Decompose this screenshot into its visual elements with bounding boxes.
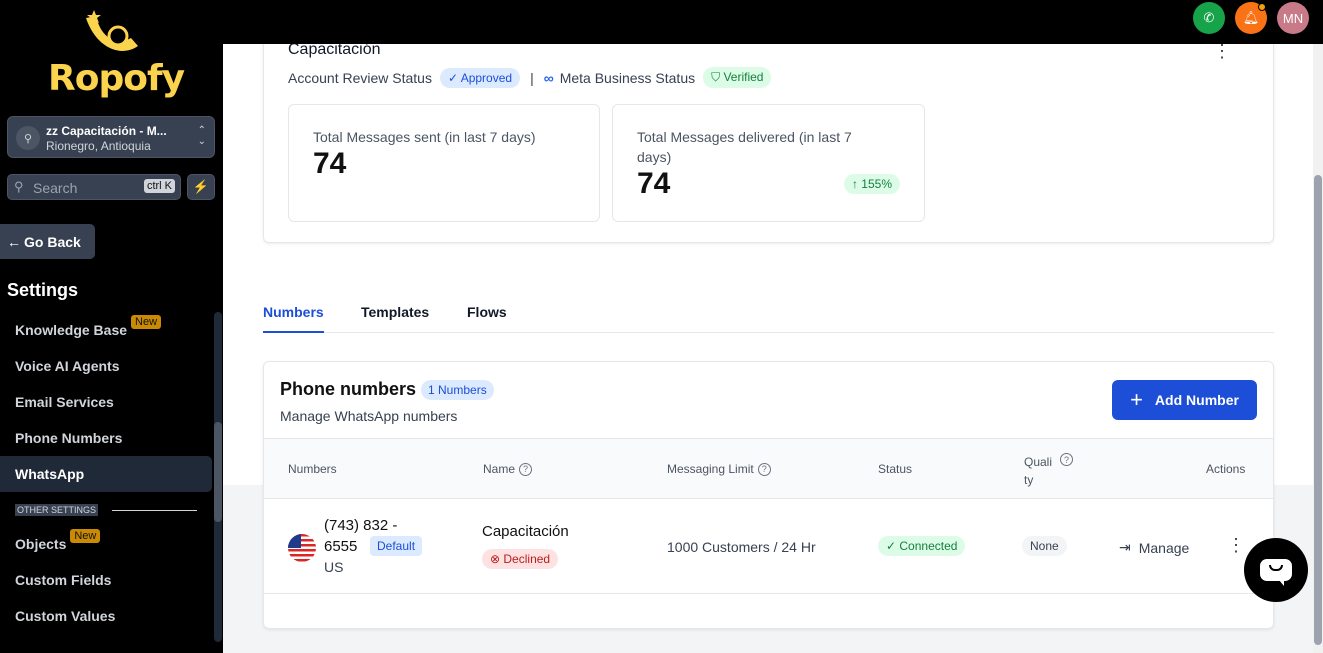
account-card: Capacitación ⋮ Account Review Status ✓ A… (263, 44, 1274, 243)
tab-flows[interactable]: Flows (467, 304, 507, 333)
sidebar-item-label: Knowledge Base (15, 322, 128, 338)
phone-icon[interactable]: ✆ (1193, 2, 1225, 34)
location-icon: ⚲ (16, 126, 40, 150)
login-arrow-icon: ⇥ (1119, 539, 1131, 555)
tab-templates[interactable]: Templates (361, 304, 429, 333)
help-icon[interactable]: ? (757, 462, 771, 476)
new-badge: New (70, 529, 101, 543)
account-name: Capacitación (288, 44, 381, 58)
sidebar-item-phone-numbers[interactable]: Phone Numbers (0, 420, 212, 456)
tab-numbers[interactable]: Numbers (263, 304, 324, 333)
meta-status-badge: ⛉ Verified (703, 67, 772, 88)
search-icon: ⚲ (14, 179, 24, 194)
name-status-badge: ⊗ Declined (482, 549, 559, 569)
stat-card-delivered: Total Messages delivered (in last 7 days… (612, 104, 925, 222)
column-header-numbers: Numbers (288, 462, 337, 476)
trend-badge: ↑ 155% (843, 174, 900, 194)
country-code: US (324, 559, 344, 575)
table-row: (743) 832 - 6555 Default US Capacitación… (264, 499, 1273, 594)
messaging-limit: 1000 Customers / 24 Hr (667, 539, 816, 555)
notification-dot (1258, 3, 1266, 11)
sidebar-item-label: Email Services (15, 394, 114, 410)
column-header-actions: Actions (1206, 462, 1246, 476)
column-header-messaging-limit: Messaging Limit? (667, 462, 771, 476)
sidebar-item-email-services[interactable]: Email Services (0, 384, 212, 420)
sidebar-item-label: Custom Values (15, 608, 116, 624)
sidebar-item-custom-fields[interactable]: Custom Fields (0, 562, 212, 598)
ropofy-logo[interactable]: Ropofy (48, 8, 185, 100)
sidebar-item-label: Objects (15, 536, 67, 552)
add-number-label: Add Number (1154, 392, 1239, 408)
chevron-updown-icon: ⌃ ⌄ (197, 125, 206, 147)
tabs: Numbers Templates Flows (263, 298, 1274, 333)
display-name: Capacitación (482, 523, 569, 540)
sidebar-item-whatsapp[interactable]: WhatsApp (0, 456, 212, 492)
sidebar-item-objects[interactable]: Objects New (0, 526, 212, 562)
sidebar-item-voice-ai-agents[interactable]: Voice AI Agents (0, 348, 212, 384)
sidebar-item-label: Phone Numbers (15, 430, 123, 446)
location-name: zz Capacitación - M... (46, 124, 167, 138)
sidebar-item-custom-values[interactable]: Custom Values (0, 598, 212, 634)
more-vertical-icon[interactable]: ⋮ (1213, 44, 1231, 62)
brand-name: Ropofy (48, 58, 185, 99)
review-status-badge: ✓ Approved (439, 67, 521, 88)
top-actions: ✆ 🔔︎ MN (1193, 2, 1309, 34)
us-flag-icon (288, 534, 316, 562)
help-icon[interactable]: ? (1060, 453, 1073, 466)
add-number-button[interactable]: + Add Number (1112, 380, 1257, 420)
logo-mascot-icon (86, 10, 138, 51)
divider (112, 510, 197, 511)
chat-icon (1260, 559, 1292, 586)
stat-value: 74 (313, 147, 347, 180)
meta-logo-icon: ∞ (543, 69, 554, 86)
manage-label: Manage (1138, 539, 1190, 556)
settings-title: Settings (7, 280, 79, 300)
stat-card-sent: Total Messages sent (in last 7 days) 74 (288, 104, 600, 222)
sidebar-item-knowledge-base[interactable]: Knowledge Base New (0, 312, 212, 348)
divider: | (530, 69, 534, 86)
column-header-quality: Quali ty? (1024, 453, 1073, 489)
chat-widget-button[interactable] (1244, 538, 1308, 602)
section-title: Phone numbers (280, 379, 417, 399)
search-input[interactable]: ⚲ Search ctrl K (7, 174, 181, 200)
quality-badge: None (1022, 536, 1067, 556)
section-subtitle: Manage WhatsApp numbers (280, 408, 458, 424)
count-badge: 1 Numbers (421, 380, 494, 400)
sidebar-item-label: WhatsApp (15, 466, 85, 482)
help-icon[interactable]: ? (519, 462, 533, 476)
main-content: Capacitación ⋮ Account Review Status ✓ A… (223, 44, 1313, 653)
bell-icon[interactable]: 🔔︎ (1235, 2, 1267, 34)
sidebar-item-label: Custom Fields (15, 572, 112, 588)
sidebar-item-label: Voice AI Agents (15, 358, 120, 374)
table-header: Numbers Name? Messaging Limit? Status Qu… (264, 438, 1273, 499)
search-placeholder: Search (33, 180, 78, 196)
arrow-left-icon: ← (7, 233, 21, 250)
location-sub: Rionegro, Antioquia (46, 139, 151, 153)
search-shortcut: ctrl K (143, 179, 175, 193)
avatar[interactable]: MN (1277, 2, 1309, 34)
sidebar-scroll-thumb[interactable] (214, 422, 222, 522)
account-status-row: Account Review Status ✓ Approved | ∞ Met… (288, 67, 772, 88)
review-label: Account Review Status (288, 69, 432, 86)
status-badge: ✓ Connected (878, 536, 966, 556)
stat-label: Total Messages sent (in last 7 days) (313, 129, 536, 145)
phone-numbers-card: Phone numbers 1 Numbers Manage WhatsApp … (263, 361, 1274, 629)
quick-action-bolt-icon[interactable]: ⚡ (187, 174, 215, 200)
plus-icon: + (1130, 387, 1143, 412)
default-badge: Default (370, 536, 423, 556)
manage-button[interactable]: ⇥ Manage (1119, 539, 1189, 556)
go-back-button[interactable]: ← Go Back (0, 224, 95, 259)
location-switcher[interactable]: ⚲ zz Capacitación - M... Rionegro, Antio… (7, 116, 215, 158)
more-vertical-icon[interactable]: ⋮ (1227, 535, 1245, 556)
go-back-label: Go Back (24, 233, 81, 250)
column-header-status: Status (878, 462, 913, 476)
sidebar: Ropofy ⚲ zz Capacitación - M... Rionegro… (0, 0, 223, 653)
stat-label: Total Messages delivered (in last 7 days… (637, 129, 852, 165)
stat-value: 74 (637, 167, 671, 200)
column-header-name: Name? (483, 462, 533, 476)
other-settings-heading: OTHER SETTINGS (15, 504, 99, 516)
new-badge: New (131, 315, 162, 329)
meta-label: Meta Business Status (559, 69, 696, 86)
main-scroll-thumb[interactable] (1314, 175, 1322, 645)
